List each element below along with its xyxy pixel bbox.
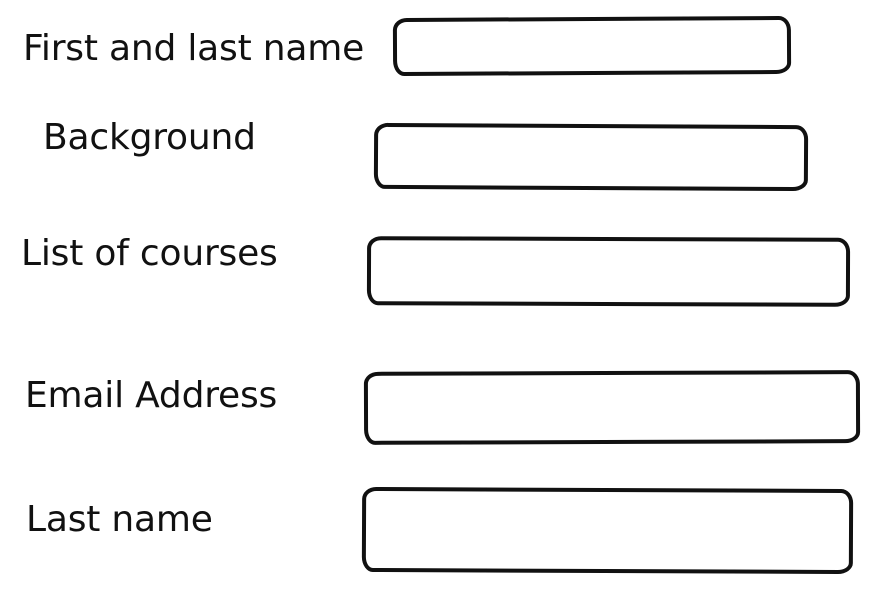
first-and-last-name-field[interactable] [392, 15, 792, 77]
last-name-label: Last name [26, 499, 213, 540]
first-and-last-name-label: First and last name [23, 28, 365, 69]
email-address-field[interactable] [363, 370, 861, 445]
background-input[interactable] [377, 126, 805, 188]
last-name-field[interactable] [361, 486, 854, 575]
first-and-last-name-input[interactable] [396, 19, 788, 73]
email-address-input[interactable] [367, 374, 857, 441]
list-of-courses-field[interactable] [366, 236, 851, 307]
last-name-input[interactable] [365, 490, 850, 571]
email-address-label: Email Address [25, 375, 278, 416]
background-label: Background [43, 117, 256, 158]
list-of-courses-input[interactable] [370, 240, 847, 303]
list-of-courses-label: List of courses [21, 233, 278, 274]
background-field[interactable] [373, 122, 809, 192]
